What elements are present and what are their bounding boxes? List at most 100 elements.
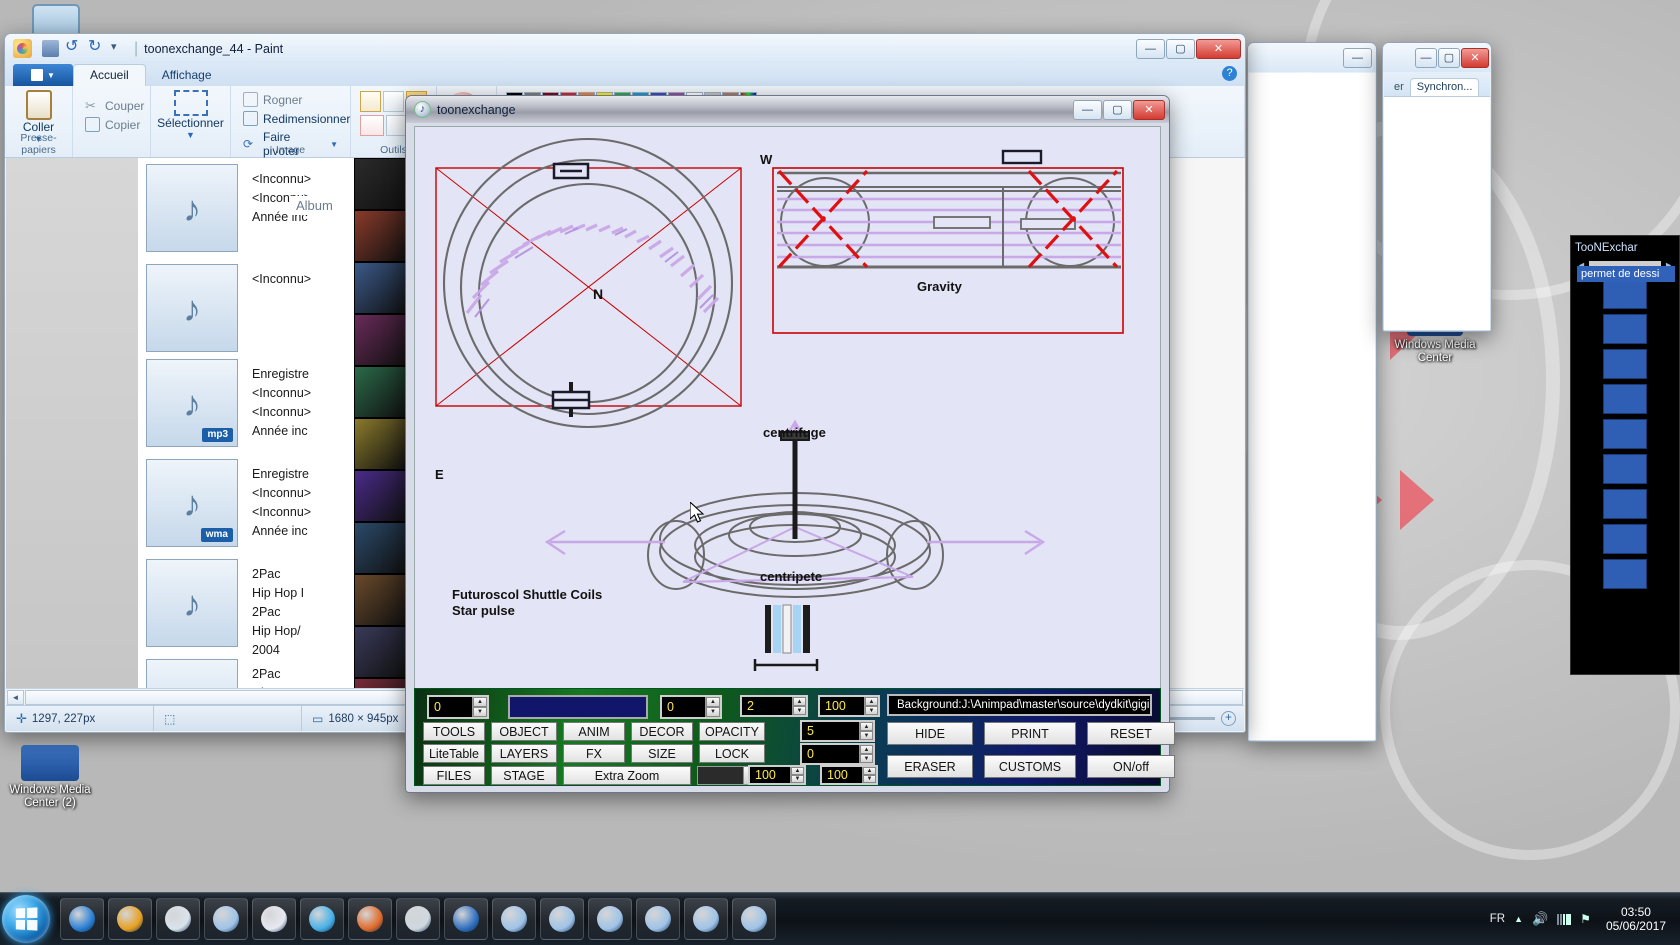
tab-accueil[interactable]: Accueil: [73, 64, 146, 86]
window-wmp-library[interactable]: —: [1247, 42, 1377, 742]
tab-other[interactable]: er: [1388, 79, 1410, 96]
btn-stage[interactable]: STAGE: [491, 766, 557, 785]
btn-object[interactable]: OBJECT: [491, 722, 557, 741]
side-panel-tile[interactable]: [1603, 559, 1647, 589]
btn-opacity[interactable]: OPACITY: [699, 722, 765, 741]
crop-button[interactable]: Rogner: [240, 90, 341, 109]
start-button[interactable]: [2, 895, 50, 943]
toolbar-row-2[interactable]: LiteTable LAYERS FX SIZE LOCK: [423, 744, 795, 763]
btn-litetable[interactable]: LiteTable: [423, 744, 485, 763]
show-hidden-icons[interactable]: ▲: [1514, 914, 1523, 924]
toolbar-button-grid[interactable]: TOOLS OBJECT ANIM DECOR OPACITY LiteTabl…: [423, 722, 795, 785]
tab-affichage[interactable]: Affichage: [146, 65, 228, 86]
side-panel-tile[interactable]: [1603, 419, 1647, 449]
taskbar-toonexchange-5[interactable]: [636, 898, 680, 940]
field-a-spinner[interactable]: ▲ ▼: [472, 697, 487, 717]
side-panel-tile[interactable]: [1603, 279, 1647, 309]
btn-customs[interactable]: CUSTOMS: [984, 755, 1076, 778]
titlebar[interactable]: — ▢ ✕: [1383, 43, 1491, 72]
tab-synchronize[interactable]: Synchron...: [1409, 78, 1480, 96]
taskbar-toonexchange-7[interactable]: [732, 898, 776, 940]
taskbar-media-center[interactable]: [396, 898, 440, 940]
btn-onoff[interactable]: ON/off: [1087, 755, 1175, 778]
btn-fx[interactable]: FX: [563, 744, 625, 763]
minimize-button[interactable]: —: [1136, 38, 1165, 59]
eraser-icon[interactable]: [360, 115, 384, 136]
field-a[interactable]: 0 ▲ ▼: [427, 695, 489, 719]
window-controls[interactable]: — ▢ ✕: [1136, 38, 1241, 59]
field-d-spinner[interactable]: ▲ ▼: [864, 697, 878, 715]
taskbar-internet-explorer[interactable]: [60, 898, 104, 940]
side-panel-tiles[interactable]: [1571, 279, 1679, 589]
taskbar-media-player[interactable]: [300, 898, 344, 940]
field-e[interactable]: 100 ▲ ▼: [748, 765, 806, 785]
window-toonexchange[interactable]: ♪ toonexchange — ▢ ✕ W E N centrifuge ce…: [405, 95, 1175, 793]
btn-lock[interactable]: LOCK: [699, 744, 765, 763]
quick-access-toolbar[interactable]: ↺ ↻ ▾ |: [42, 39, 138, 58]
clock[interactable]: 03:50 05/06/2017: [1600, 905, 1672, 933]
redo-icon[interactable]: ↻: [88, 39, 105, 57]
toonexchange-titlebar[interactable]: ♪ toonexchange — ▢ ✕: [406, 96, 1169, 123]
list-bottom-spinner[interactable]: ▲ ▼: [859, 745, 873, 763]
field-c-spinner[interactable]: ▲ ▼: [792, 697, 806, 715]
field-f-spinner[interactable]: ▲ ▼: [862, 767, 876, 783]
ribbon-tab-strip[interactable]: ▼ Accueil Affichage ?: [5, 63, 1245, 86]
list-field-top[interactable]: 5 ▲ ▼: [800, 720, 875, 742]
close-button[interactable]: ✕: [1196, 38, 1241, 59]
language-indicator[interactable]: FR: [1490, 913, 1505, 925]
taskbar-toonexchange-6[interactable]: [684, 898, 728, 940]
btn-files[interactable]: FILES: [423, 766, 485, 785]
wmp-tabs[interactable]: er Synchron...: [1384, 72, 1490, 97]
side-panel-tile[interactable]: [1603, 454, 1647, 484]
background-path-field[interactable]: Background :J:\Animpad\master\source\dyd…: [887, 694, 1152, 716]
field-e-spinner[interactable]: ▲ ▼: [790, 767, 804, 783]
toonexchange-toolbar[interactable]: 0 ▲ ▼ 0 ▲ ▼ 2 ▲ ▼ 100 ▲ ▼ Background :J:\Ani…: [414, 688, 1175, 786]
maximize-button[interactable]: ▢: [1438, 47, 1460, 68]
btn-size[interactable]: SIZE: [631, 744, 693, 763]
network-icon[interactable]: [1557, 913, 1572, 925]
taskbar-explorer[interactable]: [156, 898, 200, 940]
chevron-down-icon[interactable]: ▼: [186, 130, 195, 140]
paste-icon[interactable]: [25, 90, 52, 120]
side-panel-tile[interactable]: [1603, 349, 1647, 379]
zoom-in-icon[interactable]: +: [1221, 711, 1236, 726]
btn-reset[interactable]: RESET: [1087, 722, 1175, 745]
paint-app-menu-button[interactable]: ▼: [13, 64, 73, 86]
minimize-button[interactable]: —: [1415, 47, 1437, 68]
color-swatch-field[interactable]: [508, 695, 648, 719]
action-row-1[interactable]: HIDE PRINT RESET: [887, 722, 1175, 745]
paint-titlebar[interactable]: ↺ ↻ ▾ | toonexchange_44 - Paint — ▢ ✕: [5, 34, 1245, 63]
taskbar-toonexchange-2[interactable]: [492, 898, 536, 940]
volume-icon[interactable]: 🔊: [1532, 911, 1548, 927]
window-controls[interactable]: — ▢ ✕: [1415, 47, 1489, 68]
scroll-left-arrow[interactable]: ◄: [7, 689, 24, 705]
close-button[interactable]: ✕: [1133, 99, 1165, 120]
btn-layers[interactable]: LAYERS: [491, 744, 557, 763]
field-f[interactable]: 100 ▲ ▼: [820, 765, 878, 785]
pencil-icon[interactable]: [360, 91, 381, 112]
titlebar[interactable]: —: [1248, 43, 1376, 72]
side-panel-tile[interactable]: [1603, 524, 1647, 554]
taskbar-paint[interactable]: [252, 898, 296, 940]
fill-icon[interactable]: [383, 91, 404, 112]
select-button[interactable]: Sélectionner: [153, 116, 229, 130]
cut-button[interactable]: ✂ Couper: [82, 96, 144, 115]
field-c[interactable]: 2 ▲ ▼: [740, 695, 808, 717]
side-panel-tile[interactable]: [1603, 314, 1647, 344]
btn-anim[interactable]: ANIM: [563, 722, 625, 741]
toonexchange-canvas[interactable]: W E N centrifuge centripete Gravity Futu…: [414, 126, 1161, 780]
window-wmp-sync[interactable]: — ▢ ✕ er Synchron...: [1382, 42, 1492, 332]
field-b[interactable]: 0 ▲ ▼: [660, 695, 722, 719]
toolbar-row-1[interactable]: TOOLS OBJECT ANIM DECOR OPACITY: [423, 722, 795, 741]
field-b-spinner[interactable]: ▲ ▼: [705, 697, 720, 717]
taskbar-firefox[interactable]: [348, 898, 392, 940]
taskbar-toonexchange-1[interactable]: [204, 898, 248, 940]
undo-icon[interactable]: ↺: [65, 39, 82, 57]
side-panel-tile[interactable]: [1603, 489, 1647, 519]
select-icon[interactable]: [173, 90, 208, 116]
taskbar[interactable]: FR ▲ 🔊 ⚑ 03:50 05/06/2017: [0, 892, 1680, 945]
maximize-button[interactable]: ▢: [1166, 38, 1195, 59]
window-controls[interactable]: —: [1343, 47, 1372, 68]
system-tray[interactable]: FR ▲ 🔊 ⚑ 03:50 05/06/2017: [1490, 893, 1680, 945]
side-thumbnail-panel[interactable]: TooNExchar permet de dessi ◄ ►: [1570, 235, 1680, 675]
